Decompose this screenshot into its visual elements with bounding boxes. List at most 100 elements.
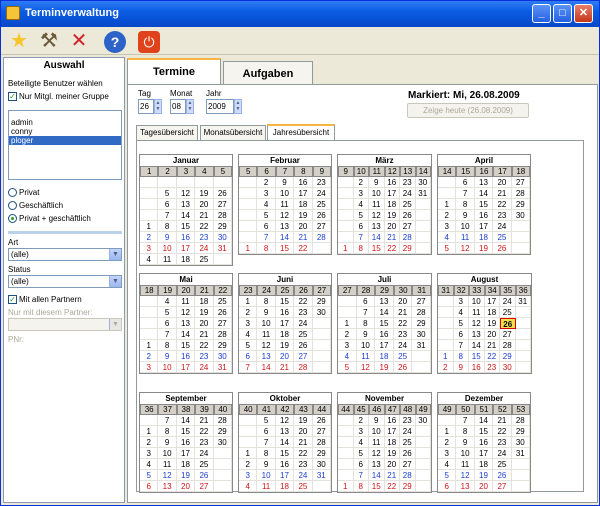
- day-cell[interactable]: [438, 318, 454, 329]
- day-cell[interactable]: 25: [312, 199, 331, 210]
- maximize-button[interactable]: □: [553, 4, 572, 23]
- day-cell[interactable]: 14: [474, 188, 494, 199]
- day-cell[interactable]: 13: [456, 481, 475, 492]
- week-number[interactable]: 23: [239, 285, 258, 296]
- day-cell[interactable]: 9: [453, 362, 469, 373]
- day-cell[interactable]: 23: [195, 351, 214, 362]
- day-cell[interactable]: 24: [294, 318, 313, 329]
- day-cell[interactable]: 23: [493, 210, 512, 221]
- day-cell[interactable]: 24: [400, 188, 416, 199]
- day-cell[interactable]: 11: [158, 254, 177, 265]
- week-number[interactable]: 48: [400, 404, 416, 415]
- day-cell[interactable]: 24: [493, 221, 512, 232]
- day-cell[interactable]: 2: [257, 177, 276, 188]
- day-cell[interactable]: 17: [294, 188, 313, 199]
- day-cell[interactable]: 7: [456, 188, 475, 199]
- close-button[interactable]: ✕: [574, 4, 593, 23]
- day-cell[interactable]: 22: [393, 318, 413, 329]
- day-cell[interactable]: [239, 188, 258, 199]
- spinner-arrows-icon[interactable]: ▲ ▼: [186, 99, 194, 114]
- day-cell[interactable]: 13: [369, 221, 385, 232]
- day-cell[interactable]: 3: [140, 362, 159, 373]
- week-number[interactable]: 15: [456, 166, 475, 177]
- week-number[interactable]: 22: [213, 285, 232, 296]
- day-cell[interactable]: 18: [195, 296, 214, 307]
- day-cell[interactable]: 5: [453, 318, 469, 329]
- day-cell[interactable]: 9: [456, 210, 475, 221]
- week-number[interactable]: 14: [438, 166, 457, 177]
- day-cell[interactable]: 15: [474, 426, 494, 437]
- week-number[interactable]: 32: [453, 285, 469, 296]
- day-cell[interactable]: 2: [140, 437, 159, 448]
- day-cell[interactable]: 17: [384, 426, 400, 437]
- day-cell[interactable]: 3: [140, 448, 159, 459]
- day-cell[interactable]: 6: [456, 177, 475, 188]
- day-cell[interactable]: 30: [213, 351, 232, 362]
- day-cell[interactable]: [438, 329, 454, 340]
- day-cell[interactable]: 28: [294, 362, 313, 373]
- day-cell[interactable]: 12: [158, 470, 177, 481]
- day-cell[interactable]: [415, 426, 431, 437]
- day-cell[interactable]: [338, 188, 354, 199]
- day-cell[interactable]: 21: [294, 232, 313, 243]
- day-cell[interactable]: [415, 199, 431, 210]
- day-cell[interactable]: [415, 448, 431, 459]
- day-cell[interactable]: [438, 415, 457, 426]
- day-cell[interactable]: [239, 199, 258, 210]
- day-cell[interactable]: 20: [294, 426, 313, 437]
- day-cell[interactable]: 17: [176, 243, 196, 254]
- day-cell[interactable]: 16: [176, 437, 196, 448]
- day-cell[interactable]: 25: [195, 254, 214, 265]
- day-cell[interactable]: 27: [400, 221, 416, 232]
- power-icon[interactable]: ⏻: [137, 29, 161, 53]
- day-cell[interactable]: [438, 177, 457, 188]
- day-cell[interactable]: 14: [375, 307, 394, 318]
- day-cell[interactable]: 30: [511, 437, 530, 448]
- day-cell[interactable]: [338, 221, 354, 232]
- day-cell[interactable]: 5: [158, 307, 177, 318]
- day-cell[interactable]: [239, 232, 258, 243]
- day-cell[interactable]: 24: [500, 296, 516, 307]
- day-cell[interactable]: 9: [356, 329, 376, 340]
- week-number[interactable]: 36: [140, 404, 159, 415]
- chevron-down-icon[interactable]: ▼: [109, 319, 121, 330]
- day-cell[interactable]: 6: [356, 296, 376, 307]
- week-number[interactable]: 39: [195, 404, 214, 415]
- day-cell[interactable]: 8: [456, 199, 475, 210]
- day-cell[interactable]: 13: [474, 177, 494, 188]
- day-cell[interactable]: 23: [400, 415, 416, 426]
- day-cell[interactable]: 16: [474, 210, 494, 221]
- day-cell[interactable]: 13: [369, 459, 385, 470]
- day-cell[interactable]: 24: [393, 340, 413, 351]
- day-cell[interactable]: 31: [511, 448, 530, 459]
- day-cell[interactable]: 29: [500, 351, 516, 362]
- day-cell[interactable]: 11: [456, 232, 475, 243]
- help-icon[interactable]: ?: [103, 29, 127, 53]
- status-select[interactable]: (alle) ▼: [8, 275, 122, 288]
- day-cell[interactable]: 20: [393, 296, 413, 307]
- week-number[interactable]: 47: [384, 404, 400, 415]
- day-cell[interactable]: 16: [294, 177, 313, 188]
- day-cell[interactable]: 19: [195, 188, 214, 199]
- title-bar[interactable]: Terminverwaltung _ □ ✕: [1, 1, 599, 27]
- day-cell[interactable]: 23: [312, 177, 331, 188]
- day-cell[interactable]: 21: [195, 210, 214, 221]
- day-cell[interactable]: [438, 307, 454, 318]
- day-cell[interactable]: 13: [176, 318, 196, 329]
- list-item[interactable]: ploger: [9, 136, 121, 145]
- spinner-arrows-icon[interactable]: ▲ ▼: [154, 99, 162, 114]
- day-cell[interactable]: 25: [195, 459, 214, 470]
- day-cell[interactable]: 31: [213, 243, 232, 254]
- day-cell[interactable]: 3: [353, 188, 369, 199]
- day-cell[interactable]: 16: [384, 177, 400, 188]
- day-cell[interactable]: 22: [294, 448, 313, 459]
- day-cell[interactable]: 20: [294, 221, 313, 232]
- week-number[interactable]: 5: [239, 166, 258, 177]
- day-cell[interactable]: 23: [195, 232, 214, 243]
- week-number[interactable]: 49: [415, 404, 431, 415]
- day-cell[interactable]: 14: [275, 232, 295, 243]
- day-cell[interactable]: 10: [257, 470, 276, 481]
- day-cell[interactable]: [312, 351, 331, 362]
- week-number[interactable]: 53: [511, 404, 530, 415]
- day-cell[interactable]: 14: [474, 415, 494, 426]
